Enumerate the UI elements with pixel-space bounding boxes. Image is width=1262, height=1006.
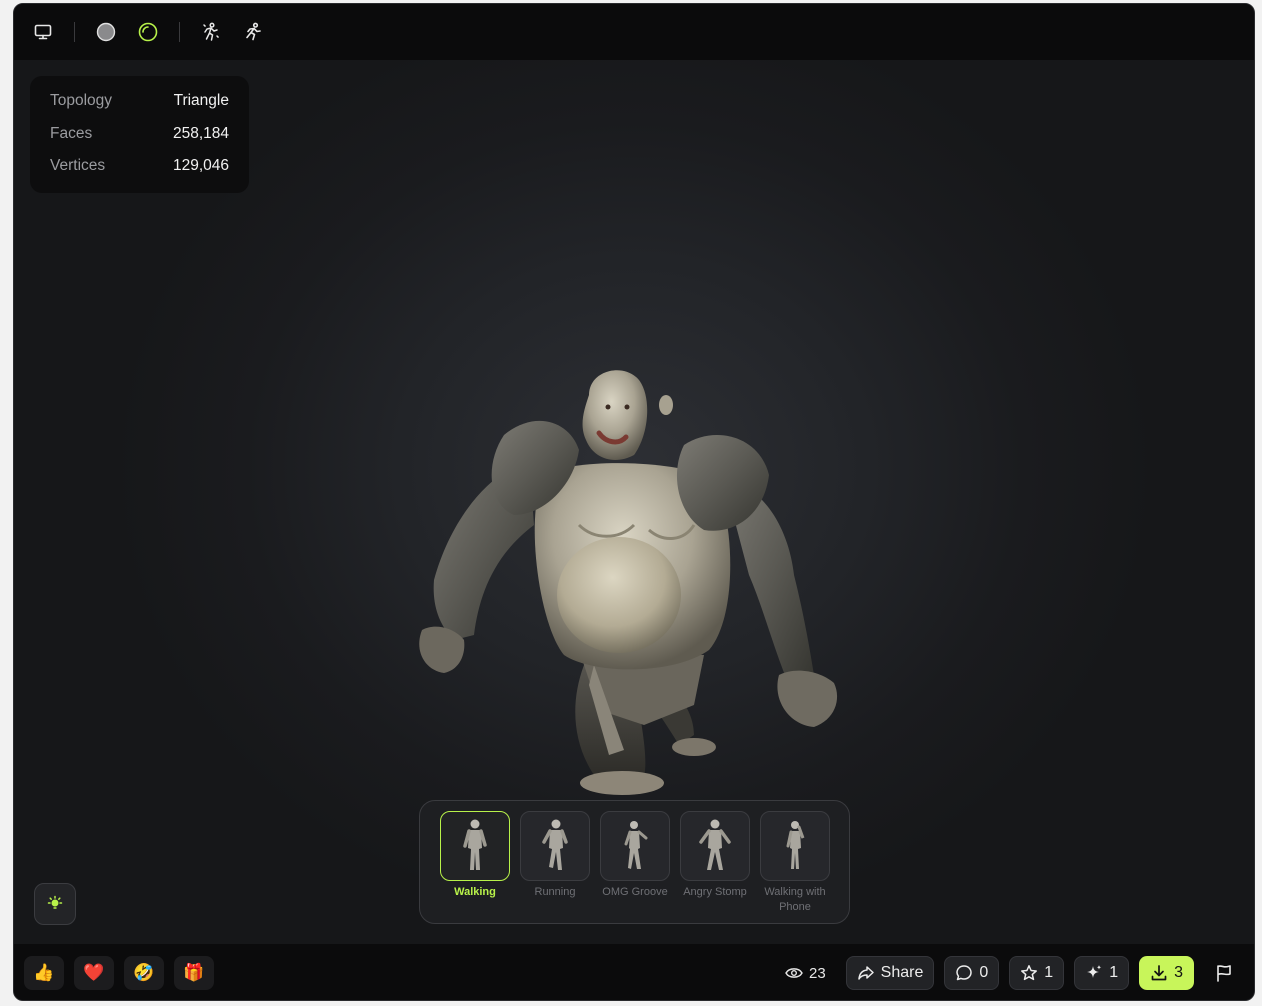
animation-running[interactable]: Running <box>520 811 590 923</box>
lighting-toggle-button[interactable] <box>34 883 76 925</box>
view-count: 23 <box>785 965 826 982</box>
report-flag-icon[interactable] <box>1212 961 1236 985</box>
animation-label: Walking <box>454 886 496 898</box>
comment-icon <box>956 965 973 981</box>
animation-label: Running <box>534 886 576 898</box>
download-count: 3 <box>1174 964 1183 981</box>
share-label: Share <box>880 964 924 981</box>
star-button[interactable]: 1 <box>1009 956 1065 990</box>
reaction-heart[interactable]: ❤️ <box>74 956 114 990</box>
animation-omg-groove[interactable]: OMG Groove <box>600 811 670 923</box>
reaction-laughing[interactable]: 🤣 <box>124 956 164 990</box>
viewer-toolbar <box>14 4 1254 60</box>
animation-label: Walking with Phone <box>764 886 826 913</box>
model-viewer-window: Topology Triangle Faces 258,184 Vertices… <box>13 3 1255 1001</box>
animation-thumbnail <box>760 811 830 881</box>
3d-viewport[interactable]: Topology Triangle Faces 258,184 Vertices… <box>14 60 1254 944</box>
comments-count: 0 <box>979 964 989 981</box>
eye-icon <box>785 968 803 978</box>
animation-label: Angry Stomp <box>683 886 747 898</box>
share-icon <box>857 966 874 980</box>
animation-thumbnail <box>520 811 590 881</box>
toolbar-divider <box>74 22 75 42</box>
lightbulb-icon <box>47 895 63 909</box>
stat-label: Vertices <box>50 157 106 174</box>
comments-button[interactable]: 0 <box>944 956 1000 990</box>
animation-thumbnail <box>680 811 750 881</box>
animation-walking[interactable]: Walking <box>440 811 510 923</box>
download-icon <box>1151 965 1167 981</box>
animation-thumbnail <box>440 811 510 881</box>
skeleton-icon[interactable] <box>200 21 222 43</box>
share-button[interactable]: Share <box>845 956 935 990</box>
animation-angry-stomp[interactable]: Angry Stomp <box>680 811 750 923</box>
stat-vertices: Vertices 129,046 <box>50 157 229 190</box>
reaction-thumbs-up[interactable]: 👍 <box>24 956 64 990</box>
animation-label: OMG Groove <box>602 886 668 898</box>
animation-selector: Walking Running OMG Groove Angry Stomp W… <box>419 800 850 924</box>
monitor-icon[interactable] <box>32 21 54 43</box>
ogre-3d-model[interactable] <box>394 365 864 795</box>
animation-walking-with-phone[interactable]: Walking with Phone <box>760 811 830 923</box>
rim-sphere-icon[interactable] <box>137 21 159 43</box>
stat-label: Topology <box>50 92 113 109</box>
stat-topology: Topology Triangle <box>50 92 229 125</box>
mesh-stats-panel: Topology Triangle Faces 258,184 Vertices… <box>30 76 249 193</box>
footer-bar: 👍 ❤️ 🤣 🎁 23 Share 0 1 1 3 <box>14 944 1254 1000</box>
toolbar-divider <box>179 22 180 42</box>
reaction-gift[interactable]: 🎁 <box>174 956 214 990</box>
sparkle-icon <box>1087 965 1102 978</box>
stat-value: 258,184 <box>172 124 229 142</box>
star-icon <box>1021 965 1038 981</box>
download-button[interactable]: 3 <box>1139 956 1194 990</box>
remix-button[interactable]: 1 <box>1074 956 1130 990</box>
animation-run-icon[interactable] <box>242 21 264 43</box>
star-count: 1 <box>1044 964 1054 981</box>
solid-sphere-icon[interactable] <box>95 21 117 43</box>
stat-faces: Faces 258,184 <box>50 125 229 158</box>
animation-thumbnail <box>600 811 670 881</box>
stat-label: Faces <box>50 124 93 142</box>
view-count-value: 23 <box>808 964 826 982</box>
stat-value: 129,046 <box>172 157 229 174</box>
stat-value: Triangle <box>173 92 229 109</box>
remix-count: 1 <box>1109 964 1119 981</box>
